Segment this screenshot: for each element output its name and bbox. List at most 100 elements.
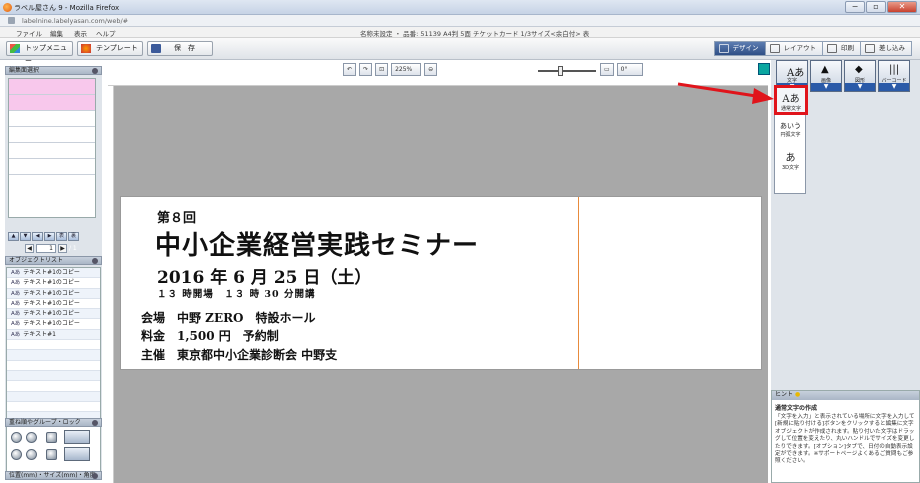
collapse-icon[interactable]	[92, 473, 98, 479]
bring-forward-icon[interactable]	[11, 432, 22, 443]
left-panel: 編集面選択 ▲ ▼ ◀ ▶ 表 裏 ◀ 1 ▶ / 1 オブジェクトリスト Aあ…	[5, 66, 102, 480]
arc-text-item[interactable]: あいう 円弧文字	[776, 119, 805, 145]
tab-merge[interactable]: 差し込み	[860, 41, 912, 56]
lock-icon[interactable]	[46, 432, 57, 443]
list-item[interactable]: Aあ テキスト#1のコピー	[7, 309, 100, 320]
collapse-icon[interactable]	[92, 258, 98, 264]
list-item	[7, 391, 100, 402]
label-sheet[interactable]: 第８回 中小企業経営実践セミナー 2016 年 6 月 25 日（土） １３ 時…	[120, 196, 762, 370]
tab-design-label: デザイン	[732, 44, 759, 52]
object-list-title: オブジェクトリスト	[9, 257, 64, 264]
hint-header: ヒント ●	[772, 391, 919, 400]
label-line-2[interactable]: 中小企業経営実践セミナー	[155, 225, 479, 262]
design-icon	[718, 44, 729, 53]
send-backward-icon[interactable]	[26, 432, 37, 443]
list-item[interactable]: Aあ テキスト#1	[7, 329, 100, 341]
site-info-icon[interactable]	[8, 17, 15, 24]
barcode-tool-button[interactable]: ||| バーコード ▼	[878, 60, 910, 92]
object-name: テキスト#1のコピー	[23, 310, 80, 318]
label-line-4[interactable]: １３ 時開場 １３ 時 30 分開講	[157, 286, 315, 300]
dropdown-arrow-icon[interactable]: ▼	[811, 83, 841, 91]
ruler-left	[108, 86, 114, 483]
select-pointer-icon[interactable]	[758, 63, 770, 75]
annotation-arrow	[677, 82, 774, 104]
page-row[interactable]	[9, 159, 95, 175]
save-button[interactable]: 保 存	[147, 41, 213, 56]
back-button[interactable]: 裏	[68, 232, 79, 241]
arc-text-icon: あいう	[780, 122, 801, 130]
front-button[interactable]: 表	[56, 232, 67, 241]
main-toolbar: トップメニュー テンプレート 保 存 デザイン レイアウト 印刷 差し込み	[0, 38, 920, 65]
label-line-5[interactable]: 会場 中野 ZERO 特設ホール	[141, 309, 316, 326]
label-line-7[interactable]: 主催 東京都中小企業診断会 中野支	[141, 346, 337, 363]
zoom-select[interactable]: 225%	[391, 63, 422, 76]
next-page-button[interactable]: ▶	[58, 244, 67, 253]
page-row[interactable]	[9, 143, 95, 159]
menu-help[interactable]: ヘルプ	[96, 28, 116, 38]
merge-icon	[865, 44, 875, 53]
shape-tool-button[interactable]: ◆ 図形 ▼	[844, 60, 876, 92]
tab-print[interactable]: 印刷	[822, 41, 861, 56]
list-item[interactable]: Aあ テキスト#1のコピー	[7, 299, 100, 310]
list-item[interactable]: Aあ テキスト#1のコピー	[7, 268, 100, 279]
list-item[interactable]: Aあ テキスト#1のコピー	[7, 288, 100, 299]
down-button[interactable]: ▼	[20, 232, 31, 241]
3d-text-item[interactable]: あ 3D文字	[776, 147, 805, 173]
tab-layout[interactable]: レイアウト	[764, 41, 823, 56]
right-button[interactable]: ▶	[44, 232, 55, 241]
cube-icon	[10, 44, 20, 53]
label-line-6[interactable]: 料金 1,500 円 予約制	[141, 327, 279, 344]
angle-select[interactable]: 0°	[616, 63, 643, 76]
zoom-slider[interactable]	[538, 66, 596, 76]
page-row[interactable]	[9, 111, 95, 127]
menu-bar: ファイル 編集 表示 ヘルプ 名称未設定 ・ 品番: 51139 A4判 5面 …	[0, 27, 920, 38]
collapse-icon[interactable]	[92, 68, 98, 74]
3d-text-label: 3D文字	[781, 165, 800, 171]
group-icon[interactable]	[64, 430, 90, 444]
prev-page-button[interactable]: ◀	[25, 244, 34, 253]
top-menu-button[interactable]: トップメニュー	[6, 41, 73, 65]
send-back-icon[interactable]	[26, 449, 37, 460]
minimize-button[interactable]: −	[845, 1, 865, 13]
list-item	[7, 340, 100, 351]
menu-file[interactable]: ファイル	[16, 28, 42, 38]
label-line-3[interactable]: 2016 年 6 月 25 日（土）	[157, 263, 371, 288]
tab-design[interactable]: デザイン	[713, 41, 766, 56]
undo-button[interactable]: ↶	[343, 63, 357, 76]
menu-view[interactable]: 表示	[74, 28, 87, 38]
menu-edit[interactable]: 編集	[50, 28, 63, 38]
collapse-icon[interactable]	[92, 420, 98, 426]
template-button[interactable]: テンプレート	[77, 41, 143, 56]
dropdown-arrow-icon[interactable]: ▼	[879, 83, 909, 91]
address-bar[interactable]: labelnine.labelyasan.com/web/#	[0, 15, 920, 27]
redo-button[interactable]: ↷	[359, 63, 373, 76]
page-row[interactable]	[9, 79, 95, 95]
text-object-icon: Aあ	[11, 300, 21, 307]
list-item[interactable]: Aあ テキスト#1のコピー	[7, 278, 100, 289]
label-line-1[interactable]: 第８回	[157, 207, 196, 226]
window-title: ラベル屋さん 9 - Mozilla Firefox	[14, 4, 120, 12]
up-button[interactable]: ▲	[8, 232, 19, 241]
list-item	[7, 361, 100, 371]
bring-front-icon[interactable]	[11, 449, 22, 460]
ungroup-icon[interactable]	[64, 447, 90, 461]
left-button[interactable]: ◀	[32, 232, 43, 241]
page-row[interactable]	[9, 95, 95, 111]
dropdown-arrow-icon[interactable]: ▼	[845, 83, 875, 91]
save-icon	[151, 44, 161, 53]
normal-text-item[interactable]: Aあ 通常文字	[774, 85, 808, 115]
zoom-slider-handle[interactable]	[558, 66, 563, 76]
maximize-button[interactable]: ▫	[866, 1, 886, 13]
list-item[interactable]: Aあ テキスト#1のコピー	[7, 319, 100, 330]
page-row[interactable]	[9, 127, 95, 143]
hint-panel: ヒント ● 通常文字の作成 「文字を入力」と表示されている場所に文字を入力して[…	[771, 390, 920, 483]
unlock-icon[interactable]	[46, 449, 57, 460]
page-number-field[interactable]: 1	[36, 244, 56, 253]
document-info: 名称未設定 ・ 品番: 51139 A4判 5面 チケットカード 1/3サイズ<…	[360, 30, 590, 38]
close-button[interactable]: ✕	[887, 1, 917, 13]
rotate-icon[interactable]: ▭	[600, 63, 614, 76]
image-tool-button[interactable]: ▲ 画像 ▼	[810, 60, 842, 92]
fit-button[interactable]: ⊡	[375, 63, 389, 76]
zoom-out-icon[interactable]: ⊖	[424, 63, 438, 76]
page-selector: ◀ 1 ▶ / 1	[25, 244, 77, 253]
